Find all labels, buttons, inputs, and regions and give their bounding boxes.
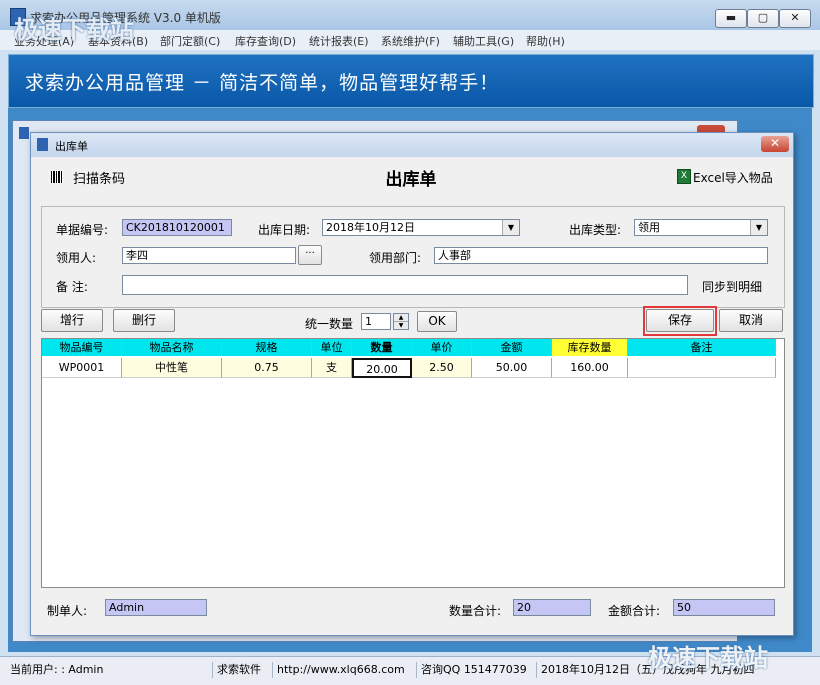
save-button[interactable]: 保存 (646, 309, 714, 332)
table-cell[interactable]: 支 (312, 358, 352, 378)
table-cell[interactable]: 2.50 (412, 358, 472, 378)
excel-icon[interactable]: X (677, 169, 691, 184)
maker-field[interactable]: Admin (105, 599, 207, 616)
menu-stock-query[interactable]: 库存查询(D) (235, 33, 296, 49)
delete-row-button[interactable]: 删行 (113, 309, 175, 332)
dialog-icon (37, 138, 48, 151)
column-header[interactable]: 单位 (312, 339, 352, 356)
menu-reports[interactable]: 统计报表(E) (309, 33, 369, 49)
table-cell[interactable]: 0.75 (222, 358, 312, 378)
table-cell[interactable] (628, 358, 776, 378)
column-header[interactable]: 单价 (412, 339, 472, 356)
excel-import-button[interactable]: Excel导入物品 (693, 169, 773, 186)
qty-total-label: 数量合计: (449, 604, 502, 618)
spin-down-icon[interactable]: ▼ (394, 321, 408, 330)
status-company: 求索软件 (212, 662, 265, 678)
doc-no-label: 单据编号: (56, 223, 109, 237)
watermark-logo-top: 极速下载站 (14, 16, 134, 44)
amount-total-label: 金额合计: (608, 604, 661, 618)
dept-field[interactable]: 人事部 (434, 247, 768, 264)
doc-no-field[interactable]: CK201810120001 (122, 219, 232, 236)
receiver-label: 领用人: (56, 251, 97, 265)
banner-slogan: 求索办公用品管理 － 简洁不简单，物品管理好帮手！ (25, 72, 500, 94)
status-qq: 咨询QQ 151477039 (416, 662, 531, 678)
amount-total-field[interactable]: 50 (673, 599, 775, 616)
date-picker[interactable]: 2018年10月12日 ▼ (322, 219, 520, 236)
header-fields-panel: 单据编号: CK201810120001 出库日期: 2018年10月12日 ▼… (41, 206, 785, 308)
spin-up-icon[interactable]: ▲ (394, 314, 408, 321)
table-cell[interactable]: 中性笔 (122, 358, 222, 378)
date-label: 出库日期: (258, 223, 311, 237)
qty-total-field[interactable]: 20 (513, 599, 591, 616)
remark-field[interactable] (122, 275, 688, 295)
browse-receiver-button[interactable]: ··· (298, 245, 322, 265)
dialog-close-button[interactable]: ✕ (761, 136, 789, 152)
dialog-title-bar[interactable]: 出库单 ✕ (31, 133, 793, 157)
column-header[interactable]: 规格 (222, 339, 312, 356)
receiver-field[interactable]: 李四 (122, 247, 296, 264)
items-grid[interactable]: 物品编号 物品名称 规格 单位 数量 单价 金额 库存数量 备注 WP0001 … (41, 338, 785, 588)
remark-label: 备 注: (56, 280, 88, 294)
status-current-user: 当前用户: : Admin (10, 663, 104, 676)
menu-tools[interactable]: 辅助工具(G) (453, 33, 514, 49)
chevron-down-icon[interactable]: ▼ (750, 220, 767, 235)
column-header[interactable]: 物品编号 (42, 339, 122, 356)
type-value: 领用 (638, 221, 660, 234)
form-title: 出库单 (385, 170, 437, 190)
window-icon (19, 127, 29, 139)
date-value: 2018年10月12日 (326, 221, 415, 234)
add-row-button[interactable]: 增行 (41, 309, 103, 332)
banner: 求索办公用品管理 － 简洁不简单，物品管理好帮手！ (8, 54, 814, 108)
column-header[interactable]: 数量 (352, 339, 412, 356)
column-header[interactable]: 库存数量 (552, 339, 628, 356)
scan-barcode-button[interactable]: 扫描条码 (73, 168, 125, 187)
close-button[interactable]: ✕ (779, 9, 811, 28)
dept-label: 领用部门: (369, 251, 422, 265)
table-cell[interactable]: 50.00 (472, 358, 552, 378)
outbound-dialog: 出库单 ✕ 扫描条码 出库单 X Excel导入物品 单据编号: CK20181… (30, 132, 794, 636)
table-cell[interactable]: WP0001 (42, 358, 122, 378)
status-url[interactable]: http://www.xlq668.com (272, 662, 409, 678)
barcode-icon[interactable] (51, 171, 63, 183)
dialog-title: 出库单 (55, 140, 88, 153)
sync-to-detail-label[interactable]: 同步到明细 (702, 278, 762, 295)
table-cell[interactable]: 160.00 (552, 358, 628, 378)
cancel-button[interactable]: 取消 (719, 309, 783, 332)
watermark-logo-bottom: 极速下载站 (648, 644, 768, 672)
table-cell-active[interactable]: 20.00 (352, 358, 412, 378)
column-header[interactable]: 物品名称 (122, 339, 222, 356)
maker-label: 制单人: (47, 604, 88, 618)
column-header[interactable]: 备注 (628, 339, 776, 356)
menu-help[interactable]: 帮助(H) (526, 33, 565, 49)
maximize-button[interactable]: ▢ (747, 9, 779, 28)
qty-stepper[interactable]: ▲ ▼ (393, 313, 409, 330)
uniform-qty-input[interactable]: 1 (361, 313, 391, 330)
menu-dept-quota[interactable]: 部门定额(C) (160, 33, 220, 49)
column-header[interactable]: 金额 (472, 339, 552, 356)
ok-button[interactable]: OK (417, 311, 457, 332)
minimize-button[interactable]: ▬ (715, 9, 747, 28)
type-label: 出库类型: (569, 223, 622, 237)
chevron-down-icon[interactable]: ▼ (502, 220, 519, 235)
menu-system[interactable]: 系统维护(F) (381, 33, 440, 49)
type-select[interactable]: 领用 ▼ (634, 219, 768, 236)
uniform-qty-label: 统一数量 (305, 317, 354, 331)
